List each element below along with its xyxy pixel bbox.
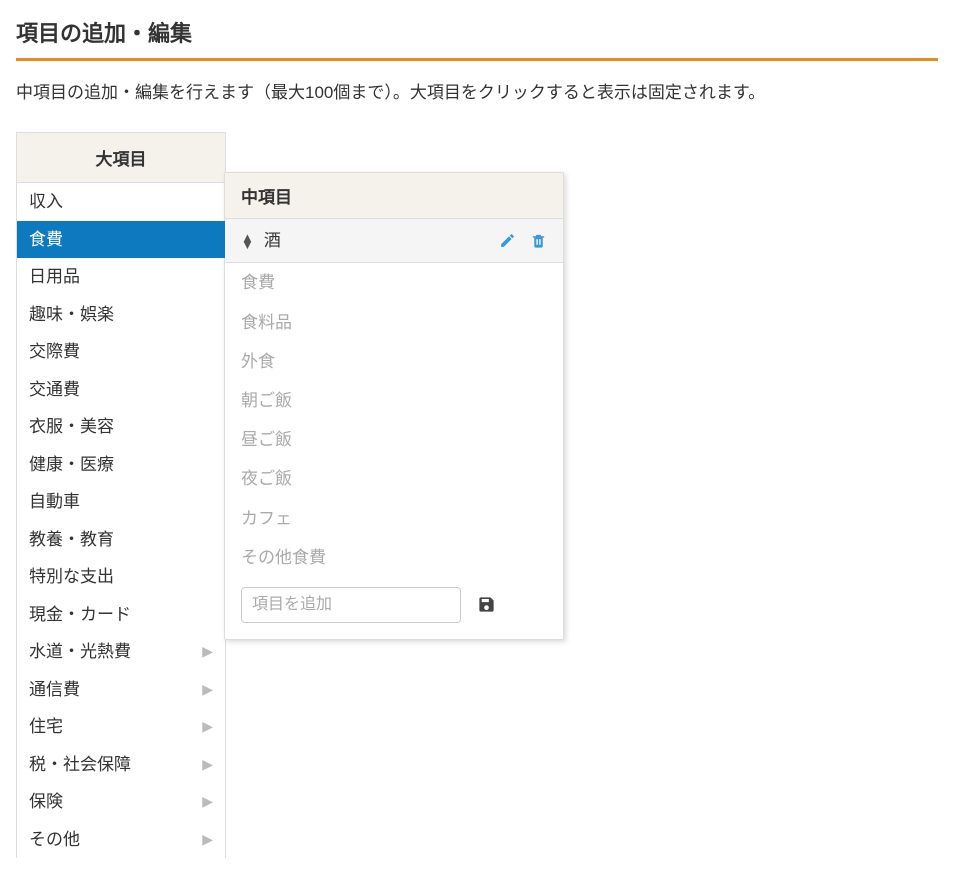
chevron-right-icon: ▶ (202, 754, 213, 775)
add-item-input[interactable] (241, 587, 461, 623)
sort-handle-icon[interactable]: ▲▼ (241, 234, 254, 248)
chevron-right-icon: ▶ (202, 641, 213, 662)
chevron-right-icon: ▶ (202, 679, 213, 700)
main-item-daily-goods[interactable]: 日用品 (17, 258, 225, 296)
main-item-label: 収入 (29, 189, 63, 215)
chevron-right-icon: ▶ (202, 716, 213, 737)
sub-item-label: 昼ご飯 (241, 426, 292, 453)
page-title: 項目の追加・編集 (16, 16, 938, 61)
main-item-label: 趣味・娯楽 (29, 302, 114, 328)
main-item-label: 自動車 (29, 489, 80, 515)
main-item-insurance[interactable]: 保険 ▶ (17, 783, 225, 821)
main-item-transport[interactable]: 交通費 (17, 371, 225, 409)
main-item-social[interactable]: 交際費 (17, 333, 225, 371)
main-item-label: その他 (29, 827, 80, 853)
sub-item-default[interactable]: その他食費 (225, 538, 563, 577)
delete-icon[interactable] (530, 232, 547, 249)
main-item-label: 水道・光熱費 (29, 639, 131, 665)
chevron-right-icon: ▶ (202, 791, 213, 812)
main-category-header: 大項目 (17, 133, 225, 183)
main-item-label: 特別な支出 (29, 564, 114, 590)
add-item-row (225, 577, 563, 639)
main-item-label: 交際費 (29, 339, 80, 365)
main-item-special[interactable]: 特別な支出 (17, 558, 225, 596)
main-item-food[interactable]: 食費 (17, 221, 225, 259)
main-item-label: 衣服・美容 (29, 414, 114, 440)
sub-item-label: 食料品 (241, 309, 292, 336)
sub-category-header: 中項目 (225, 173, 563, 219)
main-item-label: 教養・教育 (29, 527, 114, 553)
sub-category-panel: 中項目 ▲▼ 酒 食費 食料品 外食 朝ご飯 昼ご飯 夜ご飯 カフェ (224, 172, 564, 640)
sub-item-label: カフェ (241, 505, 292, 532)
sub-item-default[interactable]: 食料品 (225, 303, 563, 342)
main-item-housing[interactable]: 住宅 ▶ (17, 708, 225, 746)
sub-item-label: 酒 (264, 227, 281, 254)
sub-item-default[interactable]: 食費 (225, 263, 563, 302)
page-description: 中項目の追加・編集を行えます（最大100個まで）。大項目をクリックすると表示は固… (16, 79, 938, 106)
main-item-other[interactable]: その他 ▶ (17, 821, 225, 859)
main-item-label: 交通費 (29, 377, 80, 403)
main-item-clothing[interactable]: 衣服・美容 (17, 408, 225, 446)
main-item-label: 住宅 (29, 714, 63, 740)
sub-item-label: 朝ご飯 (241, 387, 292, 414)
sub-item-default[interactable]: カフェ (225, 499, 563, 538)
main-item-label: 健康・医療 (29, 452, 114, 478)
main-item-car[interactable]: 自動車 (17, 483, 225, 521)
sub-item-default[interactable]: 昼ご飯 (225, 420, 563, 459)
sub-item-default[interactable]: 外食 (225, 342, 563, 381)
save-icon[interactable] (477, 595, 496, 614)
main-item-health[interactable]: 健康・医療 (17, 446, 225, 484)
chevron-right-icon: ▶ (202, 829, 213, 850)
sub-item-label: 外食 (241, 348, 275, 375)
sub-item-label: 夜ご飯 (241, 465, 292, 492)
main-item-label: 保険 (29, 789, 63, 815)
main-item-label: 税・社会保障 (29, 752, 131, 778)
sub-item-label: その他食費 (241, 544, 326, 571)
main-item-education[interactable]: 教養・教育 (17, 521, 225, 559)
main-category-panel: 大項目 収入 食費 日用品 趣味・娯楽 交際費 交通費 衣服・美容 健康・医療 … (16, 132, 226, 858)
main-item-utilities[interactable]: 水道・光熱費 ▶ (17, 633, 225, 671)
main-item-label: 日用品 (29, 264, 80, 290)
sub-item-default[interactable]: 夜ご飯 (225, 459, 563, 498)
sub-item-custom[interactable]: ▲▼ 酒 (225, 219, 563, 263)
edit-icon[interactable] (499, 232, 516, 249)
main-item-communication[interactable]: 通信費 ▶ (17, 671, 225, 709)
sub-item-default[interactable]: 朝ご飯 (225, 381, 563, 420)
panels-container: 大項目 収入 食費 日用品 趣味・娯楽 交際費 交通費 衣服・美容 健康・医療 … (16, 132, 938, 858)
main-item-label: 通信費 (29, 677, 80, 703)
main-item-income[interactable]: 収入 (17, 183, 225, 221)
main-item-label: 食費 (29, 227, 63, 253)
main-item-hobby[interactable]: 趣味・娯楽 (17, 296, 225, 334)
main-item-cash-card[interactable]: 現金・カード (17, 596, 225, 634)
main-item-tax[interactable]: 税・社会保障 ▶ (17, 746, 225, 784)
sub-item-label: 食費 (241, 269, 275, 296)
main-item-label: 現金・カード (29, 602, 131, 628)
